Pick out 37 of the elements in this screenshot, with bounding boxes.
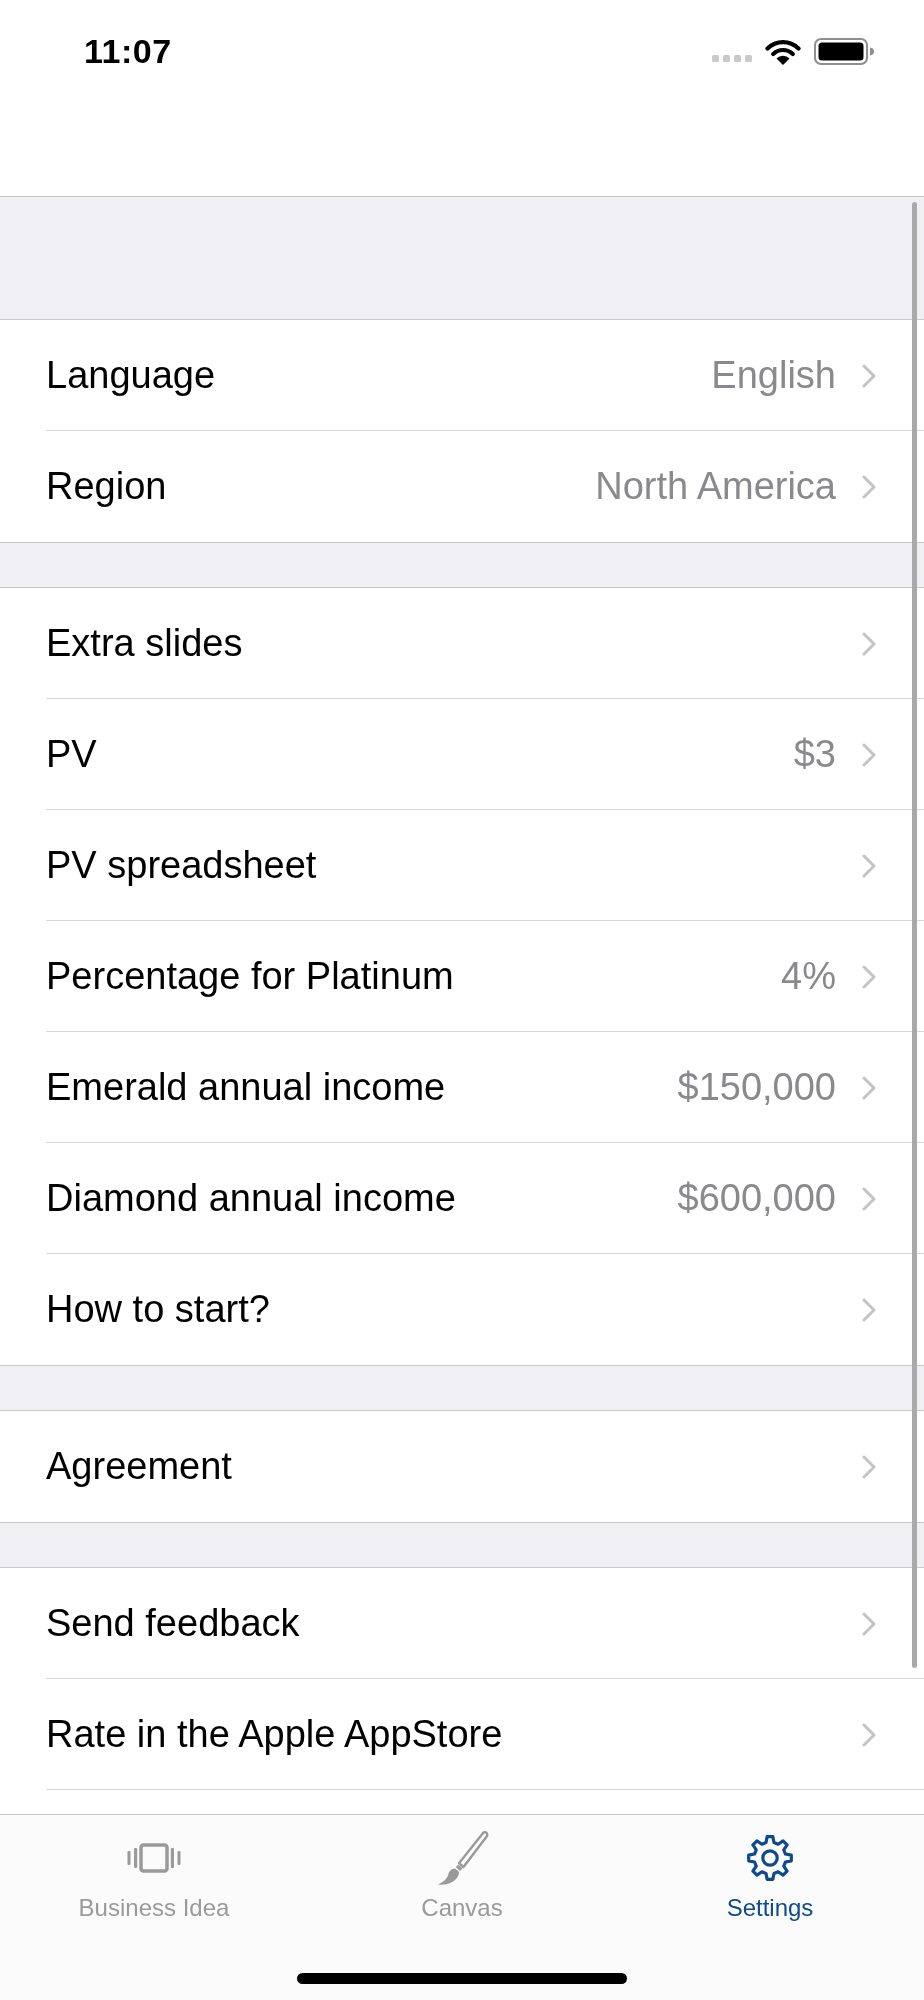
row-label: PV spreadsheet <box>46 844 317 887</box>
chevron-icon <box>862 1297 876 1322</box>
chevron-icon <box>862 853 876 878</box>
tab-item[interactable]: Settings <box>616 1815 924 1923</box>
status-time: 11:07 <box>84 31 172 71</box>
row-label: Diamond annual income <box>46 1177 456 1220</box>
chevron-icon <box>862 1722 876 1747</box>
chevron-icon <box>862 1454 876 1479</box>
row-label: Language <box>46 354 216 397</box>
row-value: 4% <box>781 955 836 998</box>
row-label: Percentage for Platinum <box>46 955 454 998</box>
chevron-icon <box>862 742 876 767</box>
row-label: PV <box>46 733 97 776</box>
settings-icon <box>746 1834 794 1882</box>
chevron-icon <box>862 474 876 499</box>
chevron-icon <box>862 363 876 388</box>
battery-icon <box>814 37 874 65</box>
row-label: Emerald annual income <box>46 1066 446 1109</box>
row-value: $3 <box>793 733 836 776</box>
row-label: Extra slides <box>46 622 243 665</box>
row-label: Rate in the Apple AppStore <box>46 1713 503 1756</box>
chevron-icon <box>862 1611 876 1636</box>
row-value: North America <box>595 465 836 508</box>
row-value: English <box>711 354 836 397</box>
chevron-icon <box>862 1186 876 1211</box>
signal-icon <box>712 54 752 62</box>
chevron-icon <box>862 964 876 989</box>
row-value: $600,000 <box>677 1177 836 1220</box>
wifi-icon <box>765 37 801 65</box>
chevron-icon <box>862 1075 876 1100</box>
row-label: How to start? <box>46 1288 270 1331</box>
row-label: Send feedback <box>46 1602 300 1645</box>
row-label: Agreement <box>46 1445 232 1488</box>
row-value: $150,000 <box>677 1066 836 1109</box>
row-label: Region <box>46 465 167 508</box>
carousel-icon <box>126 1843 182 1873</box>
chevron-icon <box>862 631 876 656</box>
